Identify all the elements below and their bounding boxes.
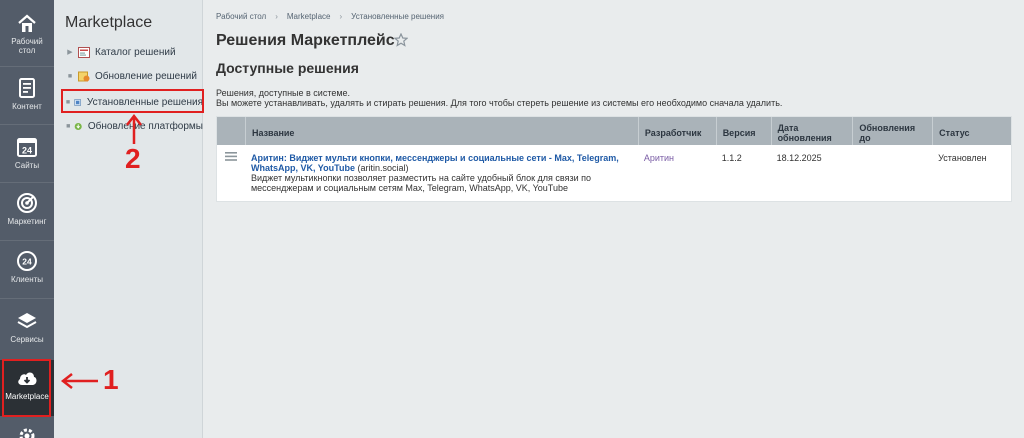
header-date[interactable]: Дата обновления — [770, 117, 853, 145]
rail-item-desktop[interactable]: Рабочий стол — [0, 14, 54, 55]
rail-label: Контент — [12, 102, 42, 111]
gear-icon — [19, 428, 35, 438]
menu-item-label: Обновление платформы — [87, 120, 203, 132]
update-solutions-icon — [78, 71, 90, 81]
row-menu-cell — [217, 145, 245, 201]
solution-description: Виджет мультикнопки позволяет разместить… — [250, 173, 591, 193]
date-cell: 18.12.2025 — [776, 153, 822, 163]
header-version[interactable]: Версия — [715, 117, 771, 145]
description-line: Решения, доступные в системе. — [216, 88, 351, 98]
row-menu-icon[interactable] — [225, 152, 237, 161]
version-cell: 1.1.2 — [721, 153, 742, 163]
developer-cell: Аритин — [638, 145, 716, 201]
status-cell: Установлен — [938, 153, 987, 163]
svg-text:24: 24 — [22, 146, 32, 156]
annotation-highlight-marketplace — [2, 359, 51, 417]
rail-label: Маркетинг — [7, 217, 47, 226]
catalog-icon — [78, 46, 90, 58]
breadcrumb-separator-icon: › — [339, 12, 343, 21]
target-icon — [17, 193, 37, 213]
page-title: Решения Маркетплейс — [216, 32, 395, 49]
solution-name-cell: Аритин: Виджет мульти кнопки, мессенджер… — [245, 145, 638, 201]
rail-label: Клиенты — [10, 275, 44, 284]
rail-item-content[interactable]: Контент — [0, 77, 54, 111]
annotation-arrow-up-icon — [126, 113, 142, 144]
header-developer[interactable]: Разработчик — [637, 117, 716, 145]
bullet-icon: ■ — [67, 72, 73, 80]
header-updates-until[interactable]: Обновления до — [852, 117, 932, 145]
rail-item-marketing[interactable]: Маркетинг — [0, 192, 54, 226]
rail-item-services[interactable]: Сервисы — [0, 310, 54, 344]
expand-arrow-icon[interactable]: ▶ — [64, 48, 76, 56]
rail-label: Сайты — [14, 161, 40, 170]
description-line: Вы можете устанавливать, удалять и стира… — [216, 98, 783, 108]
menu-item-catalog[interactable]: ▶ Каталог решений — [54, 42, 203, 62]
header-status[interactable]: Статус — [932, 117, 1011, 145]
annotation-step-2: 2 — [125, 143, 141, 174]
menu-item-label: Каталог решений — [95, 46, 176, 58]
rail-item-sites[interactable]: 24 Сайты — [0, 136, 54, 170]
header-updates-line: до — [859, 132, 871, 143]
annotation-arrow-left-icon — [60, 373, 98, 389]
breadcrumb-link-desktop[interactable]: Рабочий стол — [216, 12, 266, 21]
annotation-step-1: 1 — [103, 364, 119, 395]
menu-item-label: Обновление решений — [95, 70, 197, 82]
annotation-highlight-installed — [61, 89, 204, 113]
bullet-icon: ■ — [66, 122, 71, 130]
star-icon[interactable] — [394, 33, 408, 47]
developer-link[interactable]: Аритин — [644, 153, 674, 163]
table-header: Название Разработчик Версия Дата обновлен… — [217, 117, 1011, 145]
menu-item-update-solutions[interactable]: ■ Обновление решений — [54, 66, 203, 86]
description: Решения, доступные в системе. Вы можете … — [216, 88, 782, 108]
breadcrumb: Рабочий стол › Marketplace › Установленн… — [216, 12, 444, 21]
table-row: Аритин: Виджет мульти кнопки, мессенджер… — [217, 145, 1011, 201]
rail-label: Сервисы — [10, 335, 44, 344]
platform-update-icon — [75, 122, 83, 130]
updates-until-cell — [852, 145, 932, 201]
header-updates-line: Обновления — [859, 122, 916, 133]
header-name[interactable]: Название — [244, 117, 638, 145]
rail-item-clients[interactable]: 24 Клиенты — [0, 250, 54, 284]
menu-title: Marketplace — [65, 14, 153, 31]
rail-label: стол — [18, 46, 36, 55]
header-actions — [217, 117, 245, 145]
header-date-line: Дата — [777, 122, 799, 133]
breadcrumb-separator-icon: › — [275, 12, 278, 21]
section-title: Доступные решения — [216, 60, 359, 76]
home-icon — [18, 14, 36, 32]
main-content: Рабочий стол › Marketplace › Установленн… — [203, 0, 1024, 438]
document-icon — [19, 78, 35, 98]
breadcrumb-link-marketplace[interactable]: Marketplace — [287, 12, 331, 21]
rail-item-settings[interactable] — [0, 426, 54, 438]
layers-icon — [17, 313, 37, 329]
solution-code: (aritin.social) — [357, 163, 409, 173]
rail-label: Рабочий — [11, 37, 43, 46]
clients-24-icon: 24 — [17, 251, 37, 271]
solutions-table: Название Разработчик Версия Дата обновлен… — [216, 116, 1012, 202]
calendar-24-icon: 24 — [17, 138, 37, 157]
header-date-line: обновления — [777, 132, 832, 143]
breadcrumb-current: Установленные решения — [351, 12, 445, 21]
svg-text:24: 24 — [22, 256, 32, 266]
solution-title-link[interactable]: Аритин: Виджет мульти кнопки, мессенджер… — [251, 153, 619, 173]
